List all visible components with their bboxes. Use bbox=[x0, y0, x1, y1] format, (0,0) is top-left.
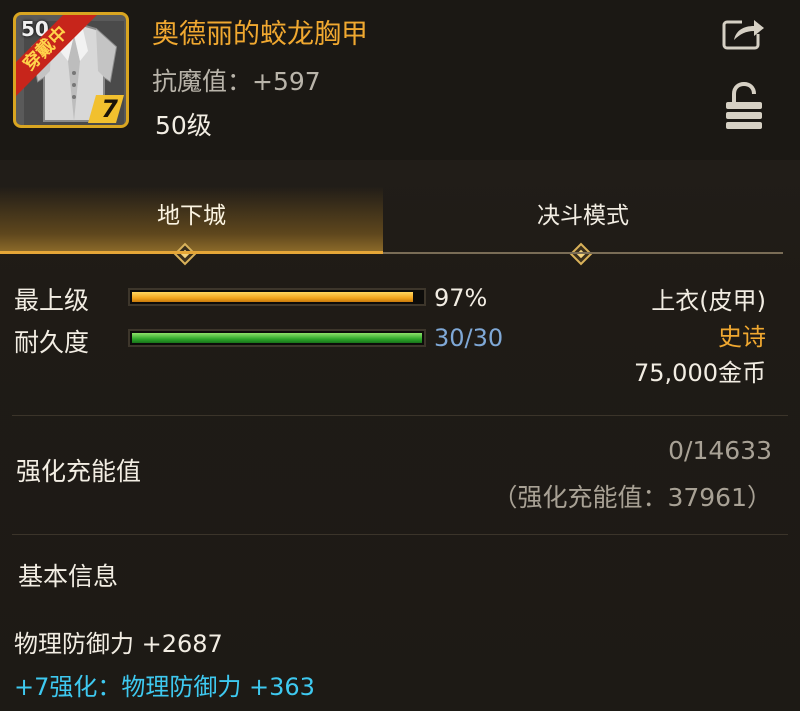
physical-defense-stat: 物理防御力 +2687 bbox=[14, 630, 223, 658]
item-level: 50级 bbox=[155, 111, 212, 140]
item-slot-type: 上衣(皮甲) bbox=[651, 287, 766, 315]
durability-value: 30/30 bbox=[434, 324, 504, 352]
item-name: 奥德丽的蛟龙胸甲 bbox=[152, 19, 368, 50]
lock-icon[interactable] bbox=[724, 82, 764, 130]
magic-resist-stat: 抗魔值：+597 bbox=[152, 67, 321, 96]
tab-dungeon[interactable]: 地下城 bbox=[0, 186, 383, 266]
tab-dungeon-indicator-icon bbox=[173, 242, 197, 266]
tab-duel[interactable]: 决斗模式 bbox=[383, 186, 783, 266]
durability-label: 耐久度 bbox=[14, 328, 90, 357]
max-grade-bar bbox=[128, 288, 426, 306]
item-header: 50 穿戴中 7 奥德丽的蛟龙胸甲 抗魔值：+597 50级 bbox=[0, 0, 800, 160]
durability-bar-fill bbox=[132, 333, 422, 343]
tab-duel-label: 决斗模式 bbox=[537, 203, 629, 229]
item-price: 75,000金币 bbox=[634, 359, 766, 387]
divider bbox=[12, 534, 788, 535]
mode-tabs: 地下城 决斗模式 bbox=[0, 186, 800, 266]
max-grade-label: 最上级 bbox=[14, 286, 90, 315]
item-tooltip-panel: 50 穿戴中 7 奥德丽的蛟龙胸甲 抗魔值：+597 50级 地下城 决斗模式 … bbox=[0, 0, 800, 711]
charge-total: （强化充能值：37961） bbox=[492, 483, 772, 512]
item-icon[interactable]: 50 穿戴中 7 bbox=[13, 12, 129, 128]
enhance-badge: 7 bbox=[88, 93, 124, 123]
tab-duel-indicator-icon bbox=[569, 242, 593, 266]
item-rarity: 史诗 bbox=[718, 323, 766, 351]
enhance-level: 7 bbox=[101, 95, 118, 123]
enhance-bonus-stat: +7强化：物理防御力 +363 bbox=[14, 673, 315, 701]
max-grade-bar-fill bbox=[132, 292, 414, 302]
divider bbox=[12, 415, 788, 416]
charge-title: 强化充能值 bbox=[16, 457, 142, 486]
tab-dungeon-label: 地下城 bbox=[157, 203, 226, 229]
durability-bar bbox=[128, 329, 426, 347]
charge-progress: 0/14633 bbox=[668, 436, 772, 465]
share-icon[interactable] bbox=[722, 14, 766, 50]
max-grade-value: 97% bbox=[434, 284, 488, 312]
basic-info-title: 基本信息 bbox=[18, 562, 119, 591]
